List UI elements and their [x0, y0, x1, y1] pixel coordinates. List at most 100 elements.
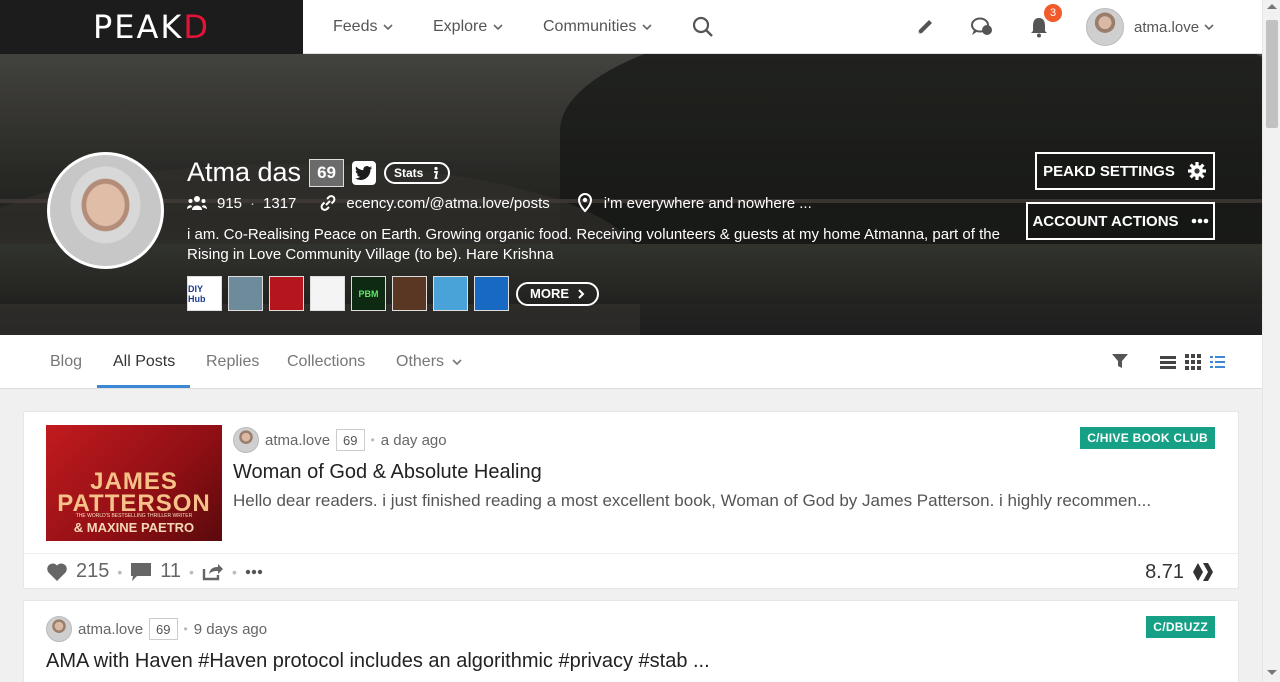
tab-replies[interactable]: Replies [206, 335, 259, 389]
post-time[interactable]: a day ago [381, 432, 447, 449]
badge-homesteaders[interactable] [392, 276, 427, 311]
profile-name-row: Atma das 69 Stats [187, 157, 451, 188]
filter-icon[interactable] [1111, 353, 1129, 369]
search-button[interactable] [689, 13, 717, 41]
more-dots-icon[interactable] [245, 569, 263, 575]
peakd-settings-button[interactable]: PEAKD SETTINGS [1035, 152, 1215, 190]
chat-button[interactable] [968, 13, 996, 41]
author-avatar[interactable] [233, 427, 259, 453]
tab-collections[interactable]: Collections [287, 335, 365, 389]
chevron-down-icon [493, 24, 503, 31]
more-label: MORE [530, 286, 569, 301]
tab-replies-label: Replies [206, 353, 260, 370]
thumbnail-subtitle: & MAXINE PAETRO [73, 520, 195, 535]
reblog-icon[interactable] [202, 563, 224, 581]
website-link[interactable]: ecency.com/@atma.love/posts [346, 195, 549, 212]
badge-round-logo[interactable] [433, 276, 468, 311]
reputation-badge: 69 [309, 158, 344, 187]
scroll-down-arrow[interactable] [1267, 670, 1277, 675]
author-reputation: 69 [336, 429, 365, 451]
user-avatar [1086, 8, 1124, 46]
chevron-right-icon [578, 288, 585, 299]
post-card[interactable]: JAMES PATTERSON THE WORLD'S BESTSELLING … [23, 411, 1239, 589]
list-view-icon[interactable] [1160, 355, 1176, 369]
badge-referral[interactable] [474, 276, 509, 311]
compact-list-view-icon[interactable] [1210, 355, 1225, 369]
thumbnail-tagline: THE WORLD'S BESTSELLING THRILLER WRITER [75, 513, 193, 519]
chat-icon [971, 17, 992, 35]
badge-pbm[interactable]: PBM [351, 276, 386, 311]
nav-feeds-label: Feeds [333, 18, 378, 35]
settings-label: PEAKD SETTINGS [1043, 162, 1175, 180]
hive-logo-icon [1193, 563, 1213, 581]
profile-avatar [47, 152, 164, 269]
tab-all-posts-label: All Posts [113, 353, 176, 370]
badge-label: PBM [358, 288, 379, 299]
nav-explore[interactable]: Explore [433, 0, 503, 54]
location-pin-icon [577, 193, 592, 213]
community-tag[interactable]: C/HIVE BOOK CLUB [1080, 427, 1215, 449]
badge-red-circle[interactable] [269, 276, 304, 311]
profile-meta: 915 · 1317 ecency.com/@atma.love/posts i… [187, 193, 812, 213]
following-count[interactable]: 1317 [263, 195, 296, 212]
stats-button[interactable]: Stats [383, 161, 451, 184]
location-text: i'm everywhere and nowhere ... [603, 194, 812, 212]
post-author-row: atma.love 69 • 9 days ago [46, 616, 267, 642]
heart-icon[interactable] [46, 562, 68, 582]
page-scrollbar[interactable] [1262, 0, 1280, 682]
tab-all-posts[interactable]: All Posts [113, 335, 175, 389]
chevron-down-icon [642, 24, 652, 31]
write-post-button[interactable] [911, 13, 939, 41]
twitter-link[interactable] [351, 160, 376, 185]
post-payout[interactable]: 8.71 [1145, 554, 1214, 590]
post-card[interactable]: atma.love 69 • 9 days ago C/DBUZZ AMA wi… [23, 600, 1239, 682]
post-thumbnail[interactable]: JAMES PATTERSON THE WORLD'S BESTSELLING … [46, 425, 222, 541]
account-actions-button[interactable]: ACCOUNT ACTIONS [1026, 202, 1215, 240]
tab-collections-label: Collections [287, 353, 366, 370]
vote-count[interactable]: 215 [76, 560, 109, 583]
comment-count[interactable]: 11 [160, 560, 181, 583]
profile-cover: Atma das 69 Stats 915 · 1317 ecency.com/… [0, 54, 1262, 335]
twitter-icon [354, 165, 372, 180]
gear-icon [1187, 162, 1206, 180]
post-excerpt[interactable]: Hello dear readers. i just finished read… [233, 491, 1151, 511]
post-actions: 215 • 11 • • 8.71 [24, 553, 1238, 589]
top-navbar: PEAKD Feeds Explore Communities 3 atma.l… [0, 0, 1262, 54]
badge-avatar[interactable] [228, 276, 263, 311]
author-avatar[interactable] [46, 616, 72, 642]
community-badges: DIY Hub PBM MORE [187, 276, 599, 311]
badge-label: DIY Hub [188, 283, 206, 304]
more-badges-button[interactable]: MORE [516, 281, 599, 306]
info-icon [434, 166, 439, 179]
author-name[interactable]: atma.love [265, 432, 330, 449]
active-tab-indicator [97, 385, 190, 388]
user-menu[interactable]: atma.love [1086, 6, 1214, 48]
tab-blog[interactable]: Blog [50, 335, 82, 389]
username-label: atma.love [1134, 18, 1200, 36]
tab-others[interactable]: Others [396, 335, 462, 389]
badge-diy-hub[interactable]: DIY Hub [187, 276, 222, 311]
notification-count-badge: 3 [1042, 2, 1064, 24]
grid-view-icon[interactable] [1185, 354, 1201, 370]
community-tag[interactable]: C/DBUZZ [1146, 616, 1215, 638]
nav-communities[interactable]: Communities [543, 0, 652, 54]
post-title[interactable]: Woman of God & Absolute Healing [233, 461, 542, 484]
author-reputation: 69 [149, 618, 178, 640]
author-name[interactable]: atma.love [78, 621, 143, 638]
comment-icon[interactable] [130, 562, 152, 582]
followers-count[interactable]: 915 [217, 195, 242, 212]
post-title[interactable]: AMA with Haven #Haven protocol includes … [46, 650, 710, 673]
thumbnail-title: JAMES PATTERSON [57, 468, 211, 517]
peakd-logo[interactable]: PEAKD [0, 0, 303, 54]
chevron-down-icon [383, 24, 394, 31]
scrollbar-thumb[interactable] [1266, 20, 1278, 128]
post-author-row: atma.love 69 • a day ago [233, 427, 447, 453]
nav-feeds[interactable]: Feeds [333, 0, 394, 54]
post-time[interactable]: 9 days ago [194, 621, 267, 638]
badge-network[interactable] [310, 276, 345, 311]
profile-tabs: Blog All Posts Replies Collections Other… [0, 335, 1262, 389]
stats-label: Stats [393, 165, 424, 180]
nav-explore-label: Explore [433, 18, 488, 35]
pencil-icon [917, 20, 932, 35]
scroll-up-arrow[interactable] [1267, 4, 1277, 9]
